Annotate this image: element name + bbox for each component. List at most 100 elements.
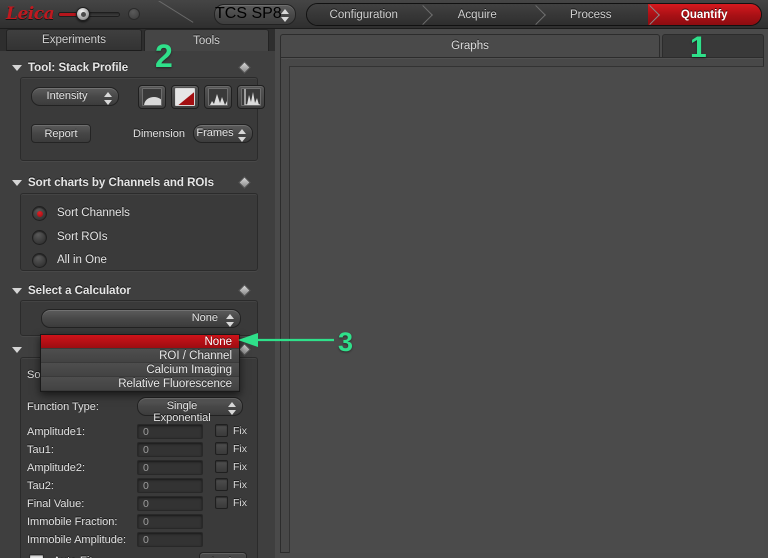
sort-charts-group: Sort Channels Sort ROIs All in One (20, 193, 258, 271)
apply-button[interactable]: Apply (199, 552, 247, 558)
system-model-select[interactable]: TCS SP8 (214, 4, 296, 25)
param-label-final-value: Final Value: (27, 498, 85, 510)
zoom-slider[interactable] (58, 7, 120, 21)
histogram-icon[interactable] (204, 85, 232, 109)
fix-checkbox-final-value[interactable] (215, 496, 228, 509)
radio-label-sort-channels: Sort Channels (57, 207, 130, 219)
pin-diamond-icon[interactable] (238, 284, 251, 297)
rotary-knob-icon[interactable] (128, 8, 140, 20)
param-value: 0 (143, 444, 149, 456)
calculator-select[interactable]: None (41, 309, 241, 328)
select-calculator-group: None (20, 300, 258, 336)
left-panel: Experiments Tools Tool: Stack Profile In… (0, 29, 275, 558)
workflow-step-process[interactable]: Process (534, 4, 648, 25)
chevron-updown-icon[interactable] (238, 128, 247, 143)
fix-checkbox-tau2[interactable] (215, 478, 228, 491)
section-header-fit[interactable] (12, 342, 28, 358)
radio-sort-channels[interactable] (32, 206, 47, 221)
report-button[interactable]: Report (31, 124, 91, 143)
param-input-final-value[interactable]: 0 (137, 496, 203, 511)
annotation-marker-3: 3 (338, 327, 354, 357)
tab-graphs[interactable]: Graphs (280, 34, 660, 57)
param-label-amplitude2: Amplitude2: (27, 462, 86, 474)
menu-item-label: ROI / Channel (159, 349, 232, 362)
graph-plot-area[interactable] (289, 66, 764, 553)
workflow-step-label: Quantify (680, 8, 728, 21)
param-input-tau1[interactable]: 0 (137, 442, 203, 457)
workflow-step-label: Acquire (457, 8, 497, 21)
fix-label: Fix (233, 479, 247, 491)
curve-profile-icon[interactable] (138, 85, 166, 109)
pin-diamond-icon[interactable] (238, 61, 251, 74)
auto-fit-checkbox[interactable] (29, 554, 44, 558)
function-type-label: Function Type: (27, 401, 99, 413)
triangle-down-icon[interactable] (12, 347, 22, 353)
param-label-immobile-amplitude: Immobile Amplitude: (27, 534, 127, 546)
param-input-immobile-amplitude[interactable]: 0 (137, 532, 203, 547)
slider-handle[interactable] (76, 7, 90, 21)
workflow-step-quantify[interactable]: Quantify (647, 4, 761, 25)
dimension-label: Dimension (133, 128, 185, 140)
fix-checkbox-tau1[interactable] (215, 442, 228, 455)
param-value: 0 (143, 534, 149, 546)
radio-sort-rois[interactable] (32, 230, 47, 245)
param-label-immobile-fraction: Immobile Fraction: (27, 516, 118, 528)
param-input-amplitude2[interactable]: 0 (137, 460, 203, 475)
left-panel-body: Tool: Stack Profile Intensity Report Dim… (0, 51, 275, 558)
param-input-tau2[interactable]: 0 (137, 478, 203, 493)
function-type-select[interactable]: Single Exponential (137, 397, 243, 424)
param-value: 0 (143, 498, 149, 510)
tab-graphs-secondary[interactable] (662, 34, 764, 57)
fix-label: Fix (233, 461, 247, 473)
graph-canvas[interactable] (280, 57, 764, 553)
fix-label: Fix (233, 497, 247, 509)
report-button-label: Report (44, 127, 78, 140)
menu-item-calcium-imaging[interactable]: Calcium Imaging (41, 363, 239, 377)
pin-diamond-icon[interactable] (238, 176, 251, 189)
workflow-step-label: Configuration (329, 8, 398, 21)
left-panel-tabs: Experiments Tools (0, 29, 275, 51)
section-header-tool-stack-profile[interactable]: Tool: Stack Profile (12, 60, 128, 76)
param-value: 0 (143, 516, 149, 528)
section-title: Select a Calculator (28, 285, 131, 297)
param-input-immobile-fraction[interactable]: 0 (137, 514, 203, 529)
param-label-tau1: Tau1: (27, 444, 54, 456)
calculator-selected-label: None (191, 312, 218, 324)
fix-label: Fix (233, 443, 247, 455)
workflow-step-acquire[interactable]: Acquire (420, 4, 534, 25)
annotation-marker-1: 1 (690, 31, 707, 64)
triangle-down-icon[interactable] (12, 288, 22, 294)
tool-stack-profile-group: Intensity Report Dimension Frames (20, 77, 265, 161)
fix-checkbox-amplitude2[interactable] (215, 460, 228, 473)
radio-all-in-one[interactable] (32, 253, 47, 268)
menu-item-relative-fluorescence[interactable]: Relative Fluorescence (41, 377, 239, 391)
axis-plot-icon[interactable] (237, 85, 265, 109)
application-window: Leica TCS SP8 Configuration Acquire Proc… (0, 0, 768, 558)
triangle-down-icon[interactable] (12, 180, 22, 186)
radio-label-sort-rois: Sort ROIs (57, 231, 108, 243)
chevron-updown-icon[interactable] (281, 8, 290, 23)
menu-item-roi-channel[interactable]: ROI / Channel (41, 349, 239, 363)
right-panel: Graphs (276, 29, 768, 558)
tab-label: Graphs (451, 40, 489, 52)
fix-checkbox-amplitude1[interactable] (215, 424, 228, 437)
ramp-gradient-icon[interactable] (171, 85, 199, 109)
chevron-updown-icon[interactable] (226, 313, 235, 328)
workflow-step-label: Process (569, 8, 612, 21)
divider-slash (146, 1, 216, 28)
dimension-select[interactable]: Frames (193, 124, 253, 143)
leica-logo: Leica (6, 4, 55, 24)
triangle-down-icon[interactable] (12, 65, 22, 71)
section-header-select-calculator[interactable]: Select a Calculator (12, 283, 131, 299)
section-title: Sort charts by Channels and ROIs (28, 177, 214, 189)
menu-item-label: Calcium Imaging (146, 363, 232, 376)
calculator-dropdown-menu[interactable]: None ROI / Channel Calcium Imaging Relat… (40, 334, 240, 392)
menu-item-none[interactable]: None (41, 335, 239, 349)
param-input-amplitude1[interactable]: 0 (137, 424, 203, 439)
chevron-updown-icon[interactable] (104, 91, 113, 106)
workflow-step-configuration[interactable]: Configuration (307, 4, 421, 25)
tab-experiments[interactable]: Experiments (6, 29, 142, 51)
chevron-updown-icon[interactable] (228, 401, 237, 416)
intensity-mode-select[interactable]: Intensity (31, 87, 119, 106)
section-header-sort-charts[interactable]: Sort charts by Channels and ROIs (12, 175, 214, 191)
